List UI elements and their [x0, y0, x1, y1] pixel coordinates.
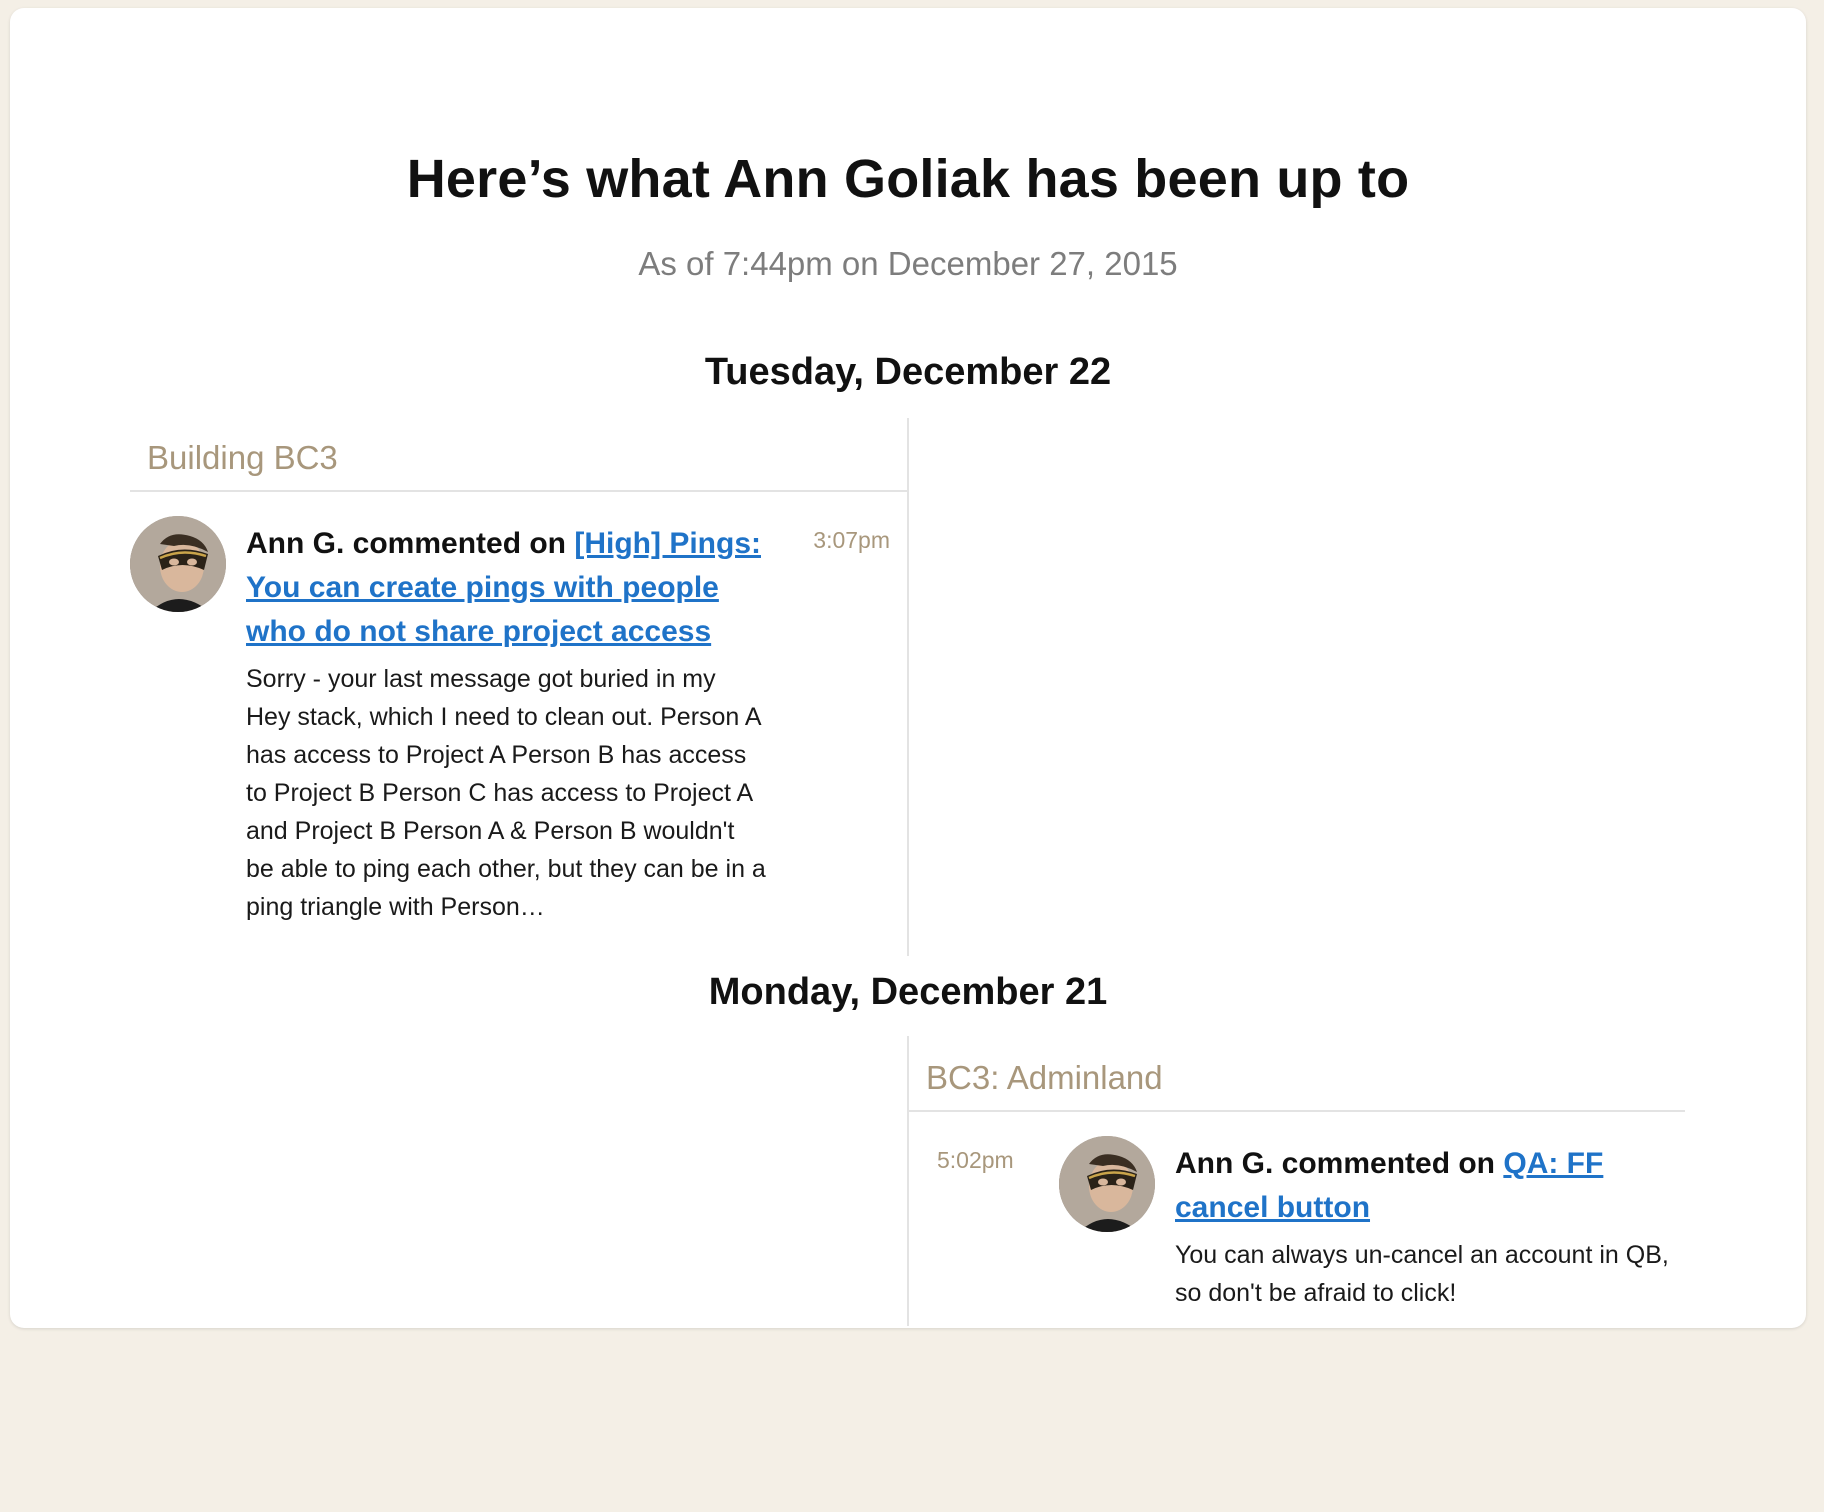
page-subtitle: As of 7:44pm on December 27, 2015 [638, 245, 1178, 282]
day-heading: Monday, December 21 [708, 971, 1108, 1013]
avatar[interactable] [130, 516, 226, 612]
page-title: Here’s what Ann Goliak has been up to [406, 149, 1410, 209]
bucket-building-bc3: Building BC3 Ann G. commented on [High] [130, 438, 908, 921]
event-body: Ann G. commented on [High] Pings: You ca… [246, 522, 766, 926]
event-time: 3:07pm [813, 527, 890, 553]
event-headline: Ann G. commented on QA: FF cancel button [1175, 1142, 1695, 1230]
event-actor: Ann G. commented on [246, 527, 567, 560]
event-excerpt: Sorry - your last message got buried in … [246, 665, 766, 921]
event-time: 5:02pm [937, 1147, 1014, 1173]
avatar-masked-person-icon [1059, 1136, 1155, 1232]
event-headline: Ann G. commented on [High] Pings: You ca… [246, 522, 766, 654]
avatar[interactable] [1059, 1136, 1155, 1232]
event-item: 5:02pm Ann G. commented on QA: FF cancel… [907, 1112, 1685, 1512]
bucket-bc3-adminland: BC3: Adminland 5:02pm Ann G. commented o… [907, 1058, 1685, 1512]
day-heading: Tuesday, December 22 [704, 351, 1112, 393]
report-card: Here’s what Ann Goliak has been up to As… [10, 8, 1806, 1328]
bucket-title[interactable]: Building BC3 [130, 438, 908, 492]
bucket-title[interactable]: BC3: Adminland [907, 1058, 1685, 1112]
event-excerpt: You can always un-cancel an account in Q… [1175, 1241, 1669, 1307]
avatar-masked-person-icon [130, 516, 226, 612]
event-item: Ann G. commented on [High] Pings: You ca… [130, 492, 908, 921]
event-body: Ann G. commented on QA: FF cancel button… [1175, 1142, 1695, 1312]
event-actor: Ann G. commented on [1175, 1147, 1496, 1180]
